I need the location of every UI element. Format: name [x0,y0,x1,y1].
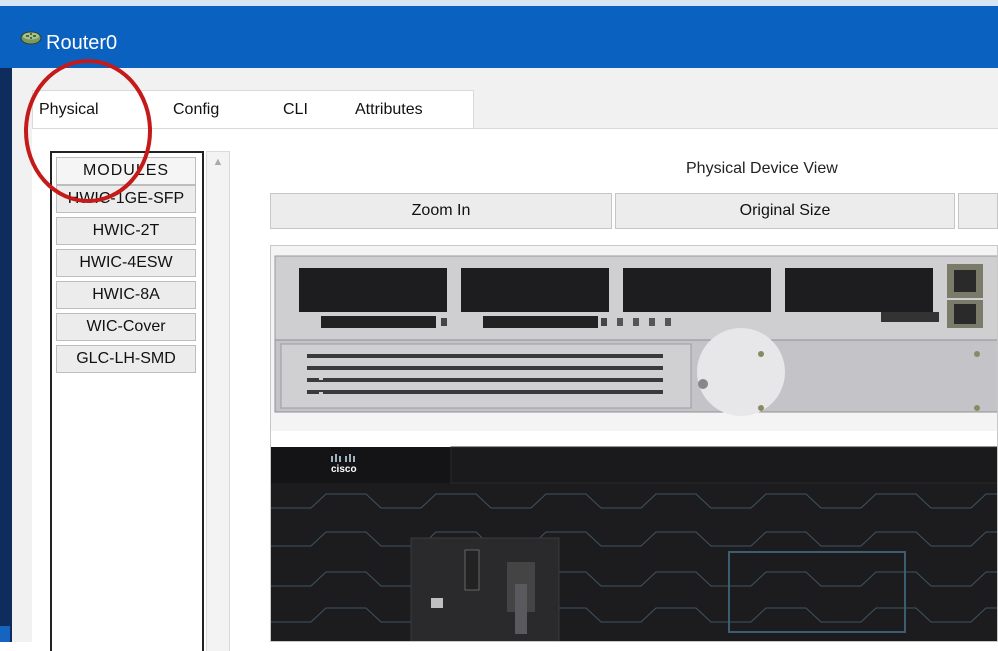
module-item[interactable]: GLC-LH-SMD [56,345,196,373]
physical-device-view-title: Physical Device View [686,160,838,177]
taskbar-fragment [0,626,10,642]
cisco-logo: cisco [331,464,357,475]
tab-cli[interactable]: CLI [283,101,308,119]
module-item[interactable]: HWIC-4ESW [56,249,196,277]
module-item[interactable]: HWIC-2T [56,217,196,245]
tab-config[interactable]: Config [173,101,219,119]
zoom-in-button[interactable]: Zoom In [270,193,612,229]
left-edge [0,68,12,642]
scroll-up-icon[interactable]: ▲ [207,156,229,172]
router-chassis-graphic: cisco [271,246,997,641]
modules-scrollbar[interactable]: ▲ [206,151,230,651]
module-item[interactable]: HWIC-8A [56,281,196,309]
router-icon [20,31,42,45]
router-device-image: cisco [270,245,998,642]
annotation-circle [24,59,152,203]
module-item[interactable]: WIC-Cover [56,313,196,341]
modules-list: MODULES HWIC-1GE-SFP HWIC-2T HWIC-4ESW H… [50,151,204,651]
zoom-out-button[interactable] [958,193,998,229]
original-size-button[interactable]: Original Size [615,193,955,229]
window-title: Router0 [46,32,118,54]
tab-attributes[interactable]: Attributes [355,101,423,119]
